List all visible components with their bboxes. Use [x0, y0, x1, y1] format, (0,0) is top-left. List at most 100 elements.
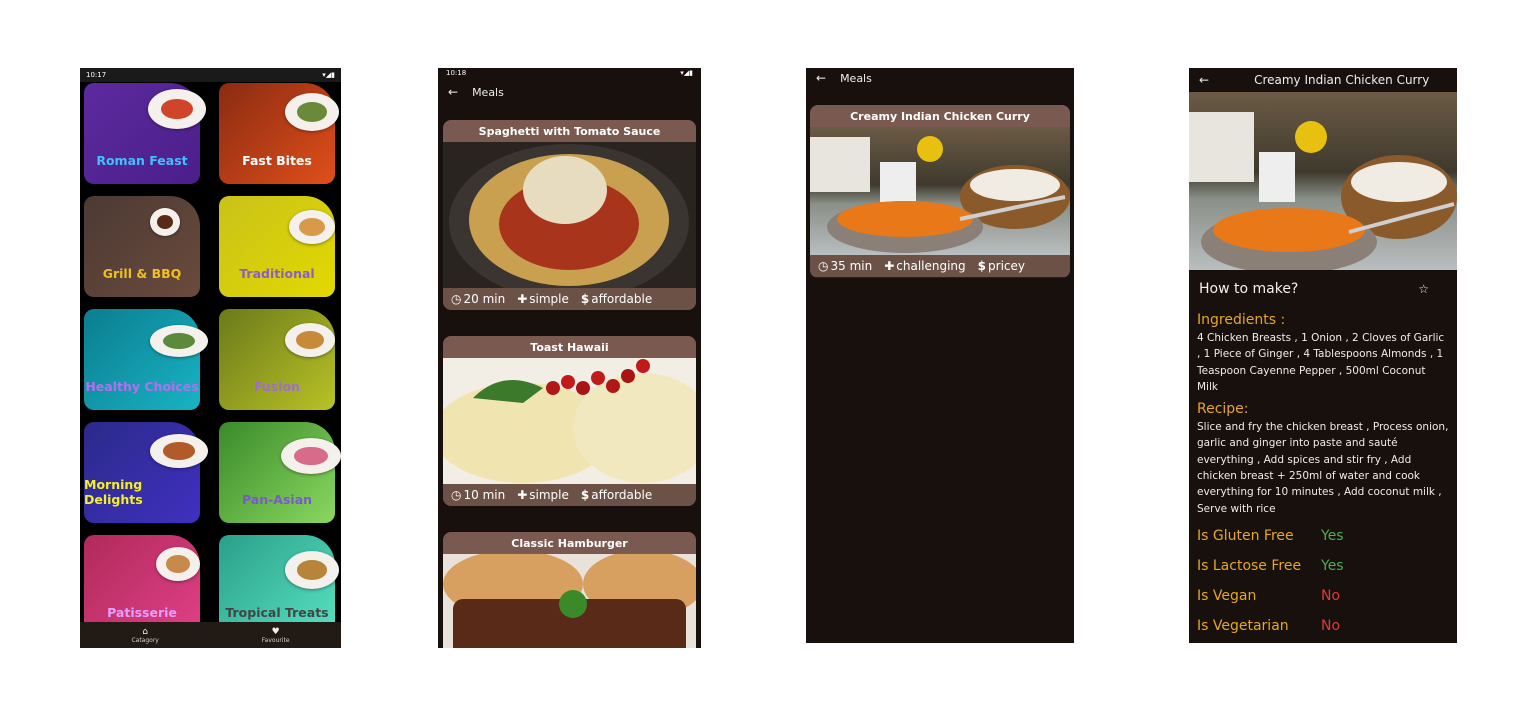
clock-icon: ◷: [451, 488, 462, 502]
status-bar: 10:17 ▾◢▮: [80, 68, 341, 82]
food-plate-icon: [150, 434, 208, 468]
food-plate-icon: [150, 208, 180, 236]
recipe-text: Slice and fry the chicken breast , Proce…: [1197, 421, 1449, 515]
category-tile[interactable]: Fast Bites: [219, 83, 339, 184]
food-plate-icon: [281, 438, 341, 474]
recipe-heading: Recipe:: [1197, 401, 1249, 418]
category-tile[interactable]: Tropical Treats: [219, 535, 339, 622]
how-to-row: How to make? ☆: [1189, 270, 1457, 308]
dollar-icon: $: [580, 292, 590, 306]
clock-icon: ◷: [451, 292, 462, 306]
category-label: Patisserie: [107, 605, 177, 620]
diet-row: Is Lactose Free Yes: [1197, 551, 1449, 581]
food-plate-icon: [285, 551, 339, 589]
nav-item-favourite[interactable]: ♥ Favourite: [262, 627, 290, 644]
meal-title: Toast Hawaii: [443, 336, 696, 358]
cost: $ pricey: [977, 259, 1025, 273]
meal-title: Creamy Indian Chicken Curry: [810, 105, 1070, 127]
category-label: Roman Feast: [96, 153, 188, 168]
diet-value: No: [1321, 617, 1341, 634]
meal-title: Spaghetti with Tomato Sauce: [443, 120, 696, 142]
meal-meta: ◷ 35 min ✚ challenging $ pricey: [810, 255, 1070, 277]
back-arrow-icon[interactable]: ←: [448, 85, 458, 99]
status-icons: ▾◢▮: [680, 69, 693, 77]
diet-label: Is Gluten Free: [1197, 527, 1294, 544]
dollar-icon: $: [580, 488, 590, 502]
category-label: Morning Delights: [84, 477, 143, 507]
meal-detail-screen: ← Creamy Indian Chicken Curry How to mak…: [1189, 68, 1457, 643]
curry-illustration: [810, 136, 1070, 253]
puzzle-icon: ✚: [884, 259, 895, 273]
category-tile[interactable]: Grill & BBQ: [84, 196, 200, 297]
ingredients-text: 4 Chicken Breasts , 1 Onion , 2 Cloves o…: [1197, 332, 1445, 393]
category-tile[interactable]: Fusion: [219, 309, 335, 410]
diet-row: Is Vegan No: [1197, 581, 1449, 611]
nav-label: Favourite: [261, 636, 290, 644]
duration: ◷ 10 min: [451, 488, 506, 502]
nav-label: Catagory: [131, 636, 159, 644]
meal-card[interactable]: Creamy Indian Chicken Curry ◷ 35 min ✚ cha…: [810, 105, 1070, 278]
meal-image: [443, 142, 696, 288]
category-label: Fusion: [253, 379, 301, 394]
diet-info: Is Gluten Free Yes Is Lactose Free Yes Is Ve…: [1189, 521, 1457, 641]
status-time: 10:18: [446, 69, 467, 77]
diet-value: Yes: [1321, 557, 1344, 574]
puzzle-icon: ✚: [517, 292, 528, 306]
app-bar: ← Creamy Indian Chicken Curry: [1189, 68, 1457, 92]
status-icons: ▾◢▮: [322, 71, 335, 79]
duration: ◷ 20 min: [451, 292, 506, 306]
complexity: ✚ simple: [517, 488, 569, 502]
app-bar: ← Meals: [438, 78, 701, 106]
food-plate-icon: [148, 89, 206, 129]
meal-hero-image: [1189, 92, 1457, 270]
category-tile[interactable]: Roman Feast: [84, 83, 206, 184]
status-bar: 10:18 ▾◢▮: [438, 68, 701, 78]
dollar-icon: $: [977, 259, 987, 273]
page-title: Meals: [472, 85, 504, 99]
puzzle-icon: ✚: [517, 488, 528, 502]
meal-card[interactable]: Spaghetti with Tomato Sauce ◷ 20 min ✚ sim…: [443, 120, 696, 310]
meal-card[interactable]: Classic Hamburger: [443, 532, 696, 648]
page-title: Meals: [840, 71, 872, 85]
food-plate-icon: [156, 547, 200, 581]
food-plate-icon: [285, 93, 339, 131]
complexity: ✚ simple: [517, 292, 569, 306]
status-time: 10:17: [86, 71, 107, 79]
meal-list-screen: ← Meals Creamy Indian Chicken Curry ◷ 35 …: [806, 68, 1074, 643]
clock-icon: ◷: [818, 259, 829, 273]
category-grid: Roman Feast Fast Bites Grill & BBQ Traditio…: [80, 82, 341, 622]
diet-label: Is Lactose Free: [1197, 557, 1302, 574]
meal-card[interactable]: Toast Hawaii ◷ 10 min ✚ simple $ affordable: [443, 336, 696, 506]
diet-label: Is Vegan: [1197, 587, 1257, 604]
meal-title: Classic Hamburger: [443, 532, 696, 554]
diet-value: Yes: [1321, 527, 1344, 544]
meal-meta: ◷ 10 min ✚ simple $ affordable: [443, 484, 696, 506]
home-icon: ⌂: [142, 626, 149, 637]
category-tile[interactable]: Pan-Asian: [219, 422, 341, 523]
back-arrow-icon[interactable]: ←: [816, 71, 826, 85]
diet-row: Is Gluten Free Yes: [1197, 521, 1449, 551]
category-tile[interactable]: Traditional: [219, 196, 335, 297]
star-icon[interactable]: ☆: [1418, 282, 1429, 296]
bottom-navigation: ⌂ Catagory ♥ Favourite: [80, 622, 341, 648]
diet-value: No: [1321, 587, 1341, 604]
back-arrow-icon[interactable]: ←: [1199, 73, 1209, 87]
category-tile[interactable]: Healthy Choices: [84, 309, 208, 410]
food-plate-icon: [150, 325, 208, 357]
category-label: Healthy Choices: [85, 379, 199, 394]
nav-item-category[interactable]: ⌂ Catagory: [131, 627, 158, 644]
heart-icon: ♥: [271, 626, 280, 637]
meal-image: [443, 358, 696, 484]
complexity: ✚ challenging: [884, 259, 966, 273]
app-bar: ← Meals: [806, 68, 1074, 88]
categories-screen: 10:17 ▾◢▮ Roman Feast Fast Bites Grill & B…: [80, 68, 341, 648]
category-label: Pan-Asian: [241, 492, 313, 507]
category-tile[interactable]: Patisserie: [84, 535, 200, 622]
spaghetti-image: [449, 144, 689, 288]
cost: $ affordable: [580, 292, 653, 306]
hamburger-image: [443, 554, 696, 648]
page-title: Creamy Indian Chicken Curry: [1254, 73, 1430, 87]
category-tile[interactable]: Morning Delights: [84, 422, 208, 523]
category-label: Traditional: [239, 266, 315, 281]
category-label: Tropical Treats: [225, 605, 329, 620]
